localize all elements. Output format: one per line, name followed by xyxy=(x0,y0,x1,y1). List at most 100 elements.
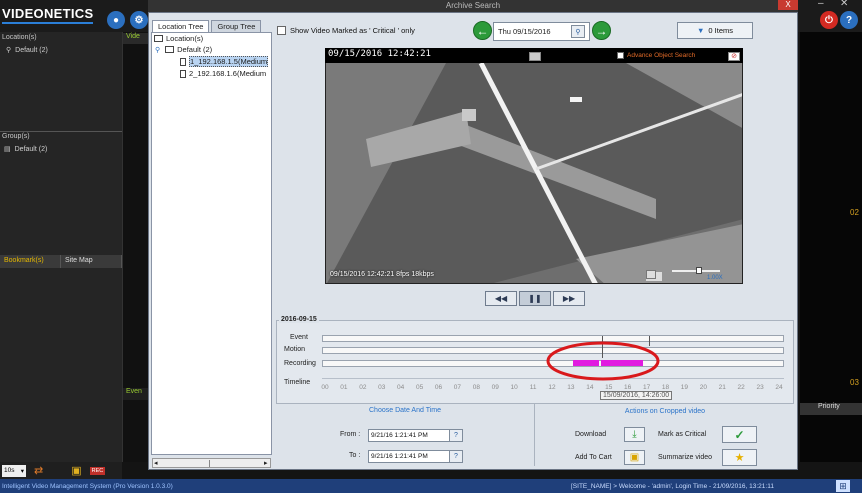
advance-search-checkbox[interactable] xyxy=(617,52,624,59)
from-calendar-icon[interactable]: ? xyxy=(449,429,463,442)
fullscreen-icon[interactable] xyxy=(646,270,656,279)
video-frame xyxy=(326,49,742,283)
timeline-hour-tick: 17 xyxy=(642,384,651,391)
divider xyxy=(0,131,122,132)
advance-object-search[interactable]: Advance Object Search xyxy=(617,52,695,59)
tree-scrollbar[interactable]: ◂ ▸ xyxy=(152,458,271,468)
cart-icon: ▼ xyxy=(696,26,705,35)
timeline-hour-tick: 15 xyxy=(605,384,613,391)
user-icon[interactable]: ● xyxy=(107,11,125,29)
timeline-hour-tick: 08 xyxy=(472,384,480,391)
minimize-icon[interactable]: – xyxy=(818,0,824,9)
camera-tree xyxy=(151,32,272,455)
calendar-icon[interactable]: ⚲ xyxy=(571,25,585,38)
timeline-hour-tick: 06 xyxy=(434,384,443,391)
events-tab[interactable]: Even xyxy=(123,388,149,400)
snapshot-icon[interactable]: ▣ xyxy=(71,464,81,477)
tree-camera[interactable]: 2_192.168.1.6(Medium xyxy=(180,69,272,78)
left-panel xyxy=(0,32,122,462)
timeline-hour-tick: 19 xyxy=(680,384,689,391)
channel-number: 02 xyxy=(850,208,859,217)
from-datetime-input[interactable]: 9/21/16 1:21:41 PM xyxy=(368,429,452,442)
video-player[interactable] xyxy=(325,48,743,284)
critical-only-toggle[interactable]: Show Video Marked as ' Critical ' only xyxy=(277,26,415,35)
video-info: 09/15/2016 12:42:21 8fps 18kbps xyxy=(330,271,434,278)
next-date-button[interactable]: → xyxy=(592,21,611,40)
speed-slider-handle[interactable] xyxy=(696,267,702,274)
location-pin-icon: ⚲ xyxy=(6,47,12,54)
scroll-right-icon[interactable]: ▸ xyxy=(264,459,268,467)
timeline-hour-tick: 02 xyxy=(359,384,367,391)
timeline-hour-tick: 20 xyxy=(699,384,707,391)
cart-add-icon: ▣ xyxy=(629,452,640,463)
timeline-hour-tick: 05 xyxy=(415,384,424,391)
critical-checkbox[interactable] xyxy=(277,26,286,35)
dialog-title: Archive Search xyxy=(148,0,798,12)
mark-critical-label: Mark as Critical xyxy=(658,431,707,438)
location-default[interactable]: ⚲ Default (2) xyxy=(6,46,48,55)
tab-bookmarks[interactable]: Bookmark(s) xyxy=(0,255,61,268)
bottom-toolbar: 10s ▾ ⇄ ▣ REC xyxy=(0,462,122,479)
date-picker[interactable]: Thu 09/15/2016 ⚲ xyxy=(493,22,590,41)
rewind-button[interactable]: ◀◀ xyxy=(485,291,517,306)
pin-icon: ⚲ xyxy=(155,46,161,54)
summarize-button[interactable]: ★ xyxy=(722,449,757,466)
choose-date-title: Choose Date And Time xyxy=(369,407,441,414)
priority-header: Priority xyxy=(800,403,862,415)
to-datetime-input[interactable]: 9/21/16 1:21:41 PM xyxy=(368,450,452,463)
mark-critical-button[interactable]: ✓ xyxy=(722,426,757,443)
settings-icon[interactable]: ⚙ xyxy=(130,11,148,29)
tab-site-map[interactable]: Site Map xyxy=(61,255,122,268)
forward-button[interactable]: ▶▶ xyxy=(553,291,585,306)
forward-icon: ▶▶ xyxy=(562,294,576,303)
file-icon xyxy=(180,69,186,78)
timeline-hour-tick: 16 xyxy=(624,384,632,391)
scroll-thumb[interactable] xyxy=(209,460,210,467)
recording-row-label: Recording xyxy=(284,360,316,367)
arrow-right-icon: → xyxy=(595,23,608,38)
pause-icon: ❚❚ xyxy=(528,294,542,303)
screen: VIDEONETICS ● ⚙ – ✕ ⏻ ? Location(s) ⚲ De… xyxy=(0,0,862,493)
add-to-cart-button[interactable]: ▣ xyxy=(624,450,645,465)
timeline-hour-tick: 13 xyxy=(567,384,575,391)
camera-snapshot-icon[interactable] xyxy=(529,52,541,61)
group-default[interactable]: ▤ Default (2) xyxy=(4,145,47,154)
record-button[interactable]: REC xyxy=(89,466,106,475)
close-app-icon[interactable]: ✕ xyxy=(840,0,848,9)
status-app-version: Intelligent Video Management System (Pro… xyxy=(2,482,173,490)
tab-group-tree[interactable]: Group Tree xyxy=(211,20,262,32)
cart-items-button[interactable]: ▼ 0 Items xyxy=(677,22,753,39)
download-icon: ⤓ xyxy=(632,429,637,440)
tab-location-tree[interactable]: Location Tree xyxy=(152,20,210,32)
brand-logo: VIDEONETICS xyxy=(2,6,94,24)
pause-button[interactable]: ❚❚ xyxy=(519,291,551,306)
timeline-hour-tick: 21 xyxy=(718,384,726,391)
prev-date-button[interactable]: ← xyxy=(473,21,492,40)
playback-controls: ◀◀ ❚❚ ▶▶ xyxy=(485,291,585,306)
no-entry-icon[interactable]: ⊘ xyxy=(728,52,740,61)
scroll-left-icon[interactable]: ◂ xyxy=(154,459,158,467)
tree-camera[interactable]: 1_192.168.1.5(Medium xyxy=(180,56,272,67)
dialog-close-button[interactable]: X xyxy=(778,0,798,10)
add-to-cart-label: Add To Cart xyxy=(575,454,612,461)
network-icon[interactable]: ⊞ xyxy=(836,480,850,492)
download-label: Download xyxy=(575,431,607,438)
tree-folder-default[interactable]: ⚲ Default (2) xyxy=(155,45,212,54)
timeline-hour-tick: 18 xyxy=(661,384,670,391)
download-button[interactable]: ⤓ xyxy=(624,427,645,442)
help-icon[interactable]: ? xyxy=(840,11,858,29)
video-tab[interactable]: Vide xyxy=(123,33,149,44)
timeline-date: 2016-09-15 xyxy=(279,316,319,323)
status-bar: Intelligent Video Management System (Pro… xyxy=(0,479,862,493)
timeline-axis-label: Timeline xyxy=(284,379,311,386)
locations-header: Location(s) xyxy=(2,34,37,41)
timeline-hour-tick: 01 xyxy=(340,384,348,391)
tree-root[interactable]: Location(s) xyxy=(154,34,203,43)
interval-dropdown[interactable]: 10s ▾ xyxy=(2,464,26,477)
tree-tabs: Location Tree Group Tree xyxy=(152,20,262,32)
to-calendar-icon[interactable]: ? xyxy=(449,450,463,463)
star-icon: ★ xyxy=(734,452,745,464)
shuffle-icon[interactable]: ⇄ xyxy=(34,464,43,477)
timeline-hour-tick: 00 xyxy=(321,384,329,391)
power-icon[interactable]: ⏻ xyxy=(820,11,838,29)
